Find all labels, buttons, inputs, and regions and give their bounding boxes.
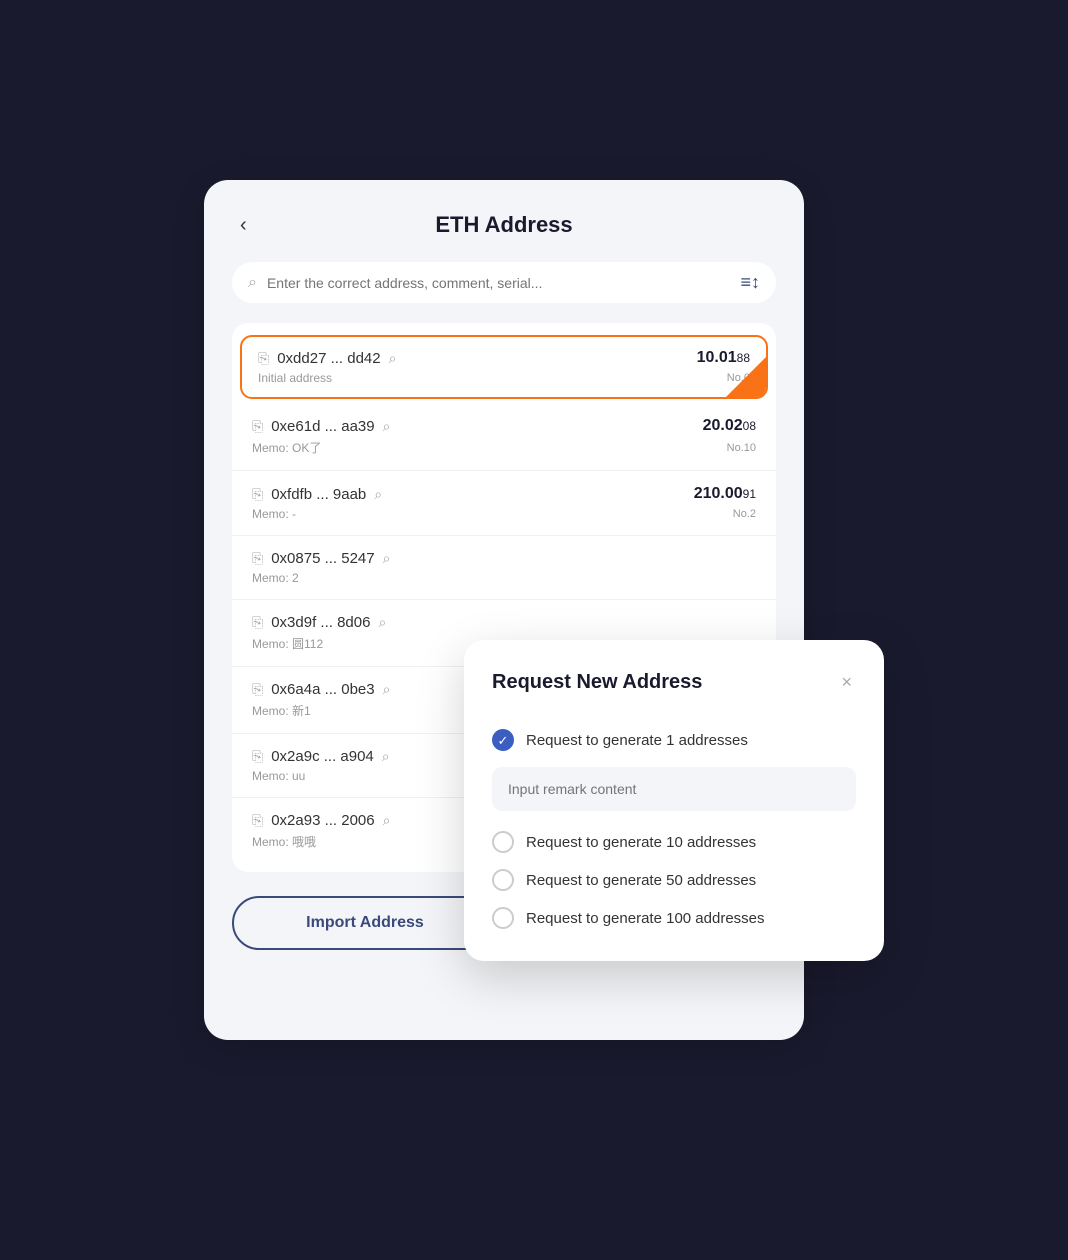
address-text: 0x6a4a ... 0be3 bbox=[271, 681, 374, 698]
search-addr-icon[interactable]: ⌕ bbox=[389, 350, 397, 367]
no-badge: No.2 bbox=[733, 508, 756, 520]
search-addr-icon[interactable]: ⌕ bbox=[383, 812, 391, 829]
checkmark-icon: ✓ bbox=[498, 734, 509, 747]
radio-circle-1: ✓ bbox=[492, 729, 514, 751]
radio-circle-4 bbox=[492, 907, 514, 929]
copy-icon[interactable]: ⎘ bbox=[252, 418, 263, 435]
address-item[interactable]: ⎘ 0x0875 ... 5247 ⌕ Memo: 2 bbox=[232, 536, 776, 600]
search-addr-icon[interactable]: ⌕ bbox=[378, 614, 386, 631]
search-icon: ⌕ bbox=[248, 274, 257, 292]
address-amount: 210.0091 bbox=[694, 485, 756, 503]
header: ‹ ETH Address bbox=[232, 212, 776, 238]
memo-text: Memo: - bbox=[252, 507, 296, 521]
memo-text: Memo: 2 bbox=[252, 571, 299, 585]
search-addr-icon[interactable]: ⌕ bbox=[374, 486, 382, 503]
orange-corner bbox=[726, 357, 766, 397]
memo-text: Memo: 圆112 bbox=[252, 635, 323, 652]
address-text: 0x3d9f ... 8d06 bbox=[271, 614, 370, 631]
address-text: 0xdd27 ... dd42 bbox=[277, 350, 380, 367]
radio-circle-2 bbox=[492, 831, 514, 853]
address-item[interactable]: ⎘ 0xfdfb ... 9aab ⌕ 210.0091 Memo: - No.… bbox=[232, 471, 776, 536]
modal-header: Request New Address × bbox=[492, 668, 856, 697]
copy-icon[interactable]: ⎘ bbox=[252, 681, 263, 698]
radio-option-2[interactable]: Request to generate 10 addresses bbox=[492, 823, 856, 861]
address-item[interactable]: ⎘ 0xdd27 ... dd42 ⌕ 10.0188 Initial addr… bbox=[240, 335, 768, 399]
address-item[interactable]: ⎘ 0xe61d ... aa39 ⌕ 20.0208 Memo: OK了 No… bbox=[232, 403, 776, 471]
address-text: 0x2a93 ... 2006 bbox=[271, 812, 374, 829]
address-text: 0x2a9c ... a904 bbox=[271, 748, 374, 765]
search-addr-icon[interactable]: ⌕ bbox=[383, 681, 391, 698]
back-button[interactable]: ‹ bbox=[232, 210, 255, 241]
address-text: 0xe61d ... aa39 bbox=[271, 418, 374, 435]
import-address-button[interactable]: Import Address bbox=[232, 896, 498, 950]
copy-icon[interactable]: ⎘ bbox=[252, 748, 263, 765]
remark-input[interactable] bbox=[492, 767, 856, 811]
radio-circle-3 bbox=[492, 869, 514, 891]
radio-label-2: Request to generate 10 addresses bbox=[526, 834, 756, 851]
search-addr-icon[interactable]: ⌕ bbox=[382, 748, 390, 765]
radio-label-4: Request to generate 100 addresses bbox=[526, 910, 765, 927]
copy-icon[interactable]: ⎘ bbox=[258, 350, 269, 367]
copy-icon[interactable]: ⎘ bbox=[252, 812, 263, 829]
search-input[interactable] bbox=[267, 275, 731, 291]
radio-option-3[interactable]: Request to generate 50 addresses bbox=[492, 861, 856, 899]
memo-text: Memo: OK了 bbox=[252, 439, 321, 456]
main-container: ‹ ETH Address ⌕ ≡↕ ⎘ 0xdd27 ... dd42 ⌕ 1… bbox=[204, 180, 864, 1080]
radio-option-1[interactable]: ✓ Request to generate 1 addresses bbox=[492, 721, 856, 759]
address-amount: 20.0208 bbox=[703, 417, 756, 435]
copy-icon[interactable]: ⎘ bbox=[252, 486, 263, 503]
radio-label-1: Request to generate 1 addresses bbox=[526, 732, 748, 749]
address-text: 0x0875 ... 5247 bbox=[271, 550, 374, 567]
memo-text: Memo: 哦哦 bbox=[252, 833, 316, 850]
memo-text: Memo: 新1 bbox=[252, 702, 311, 719]
page-title: ETH Address bbox=[435, 212, 572, 238]
radio-label-3: Request to generate 50 addresses bbox=[526, 872, 756, 889]
memo-text: Memo: uu bbox=[252, 769, 305, 783]
copy-icon[interactable]: ⎘ bbox=[252, 550, 263, 567]
modal-close-button[interactable]: × bbox=[837, 668, 856, 697]
search-addr-icon[interactable]: ⌕ bbox=[383, 550, 391, 567]
copy-icon[interactable]: ⎘ bbox=[252, 614, 263, 631]
address-text: 0xfdfb ... 9aab bbox=[271, 486, 366, 503]
filter-icon[interactable]: ≡↕ bbox=[740, 272, 760, 293]
search-addr-icon[interactable]: ⌕ bbox=[383, 418, 391, 435]
memo-text: Initial address bbox=[258, 371, 332, 385]
no-badge: No.10 bbox=[727, 442, 756, 454]
search-bar: ⌕ ≡↕ bbox=[232, 262, 776, 303]
radio-option-4[interactable]: Request to generate 100 addresses bbox=[492, 899, 856, 937]
request-new-address-modal: Request New Address × ✓ Request to gener… bbox=[464, 640, 884, 961]
modal-title: Request New Address bbox=[492, 671, 702, 694]
